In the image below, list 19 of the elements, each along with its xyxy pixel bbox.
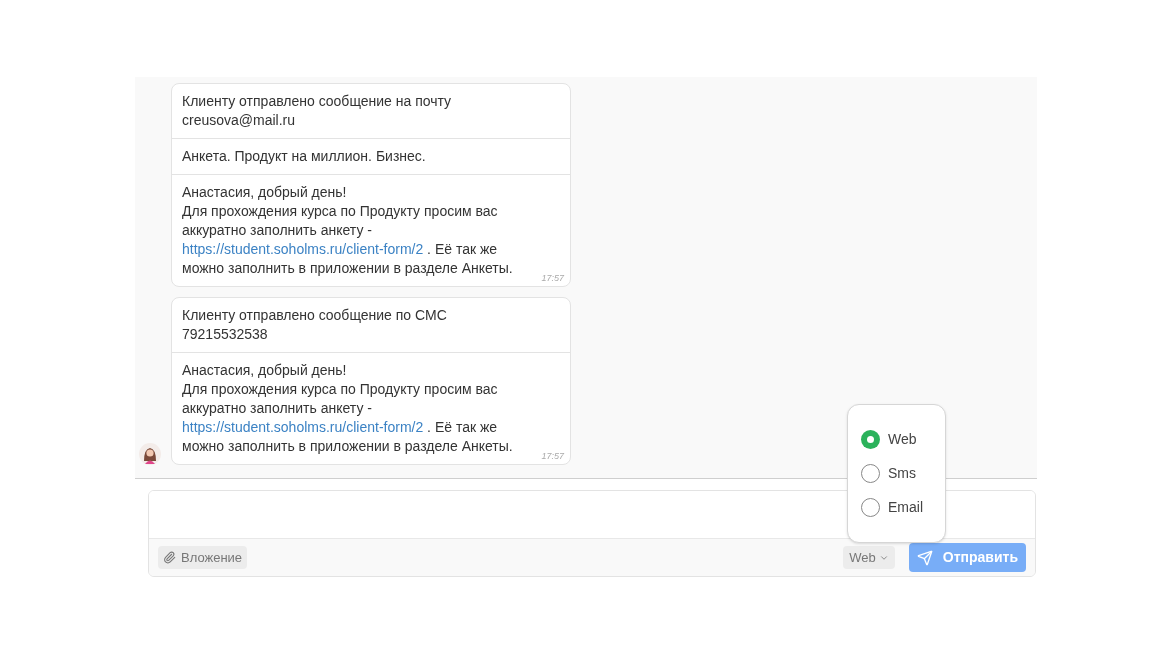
attach-button[interactable]: Вложение (158, 546, 248, 569)
message-text: Клиенту отправлено сообщение на почту creusova@mail.ru (182, 92, 453, 130)
channel-select[interactable]: Web (843, 546, 895, 569)
message-time: 17:57 (541, 449, 564, 463)
radio-button[interactable] (861, 430, 880, 449)
message-time: 17:57 (541, 271, 564, 285)
form-link[interactable]: https://student.soholms.ru/client-form/2 (182, 241, 424, 257)
channel-option[interactable]: Web (861, 429, 932, 450)
channel-option[interactable]: Sms (861, 463, 932, 484)
paperclip-icon (163, 551, 176, 564)
send-icon (916, 549, 933, 566)
avatar-icon (139, 443, 161, 465)
radio-button[interactable] (861, 464, 880, 483)
message-text: Клиенту отправлено сообщение по СМС 79215532538 (182, 306, 448, 344)
send-button[interactable]: Отправить (908, 543, 1026, 572)
channel-option[interactable]: Email (861, 497, 932, 518)
form-link[interactable]: https://student.soholms.ru/client-form/2 (182, 419, 424, 435)
message-text: Анкета. Продукт на миллион. Бизнес. (182, 147, 427, 166)
radio-button[interactable] (861, 498, 880, 517)
